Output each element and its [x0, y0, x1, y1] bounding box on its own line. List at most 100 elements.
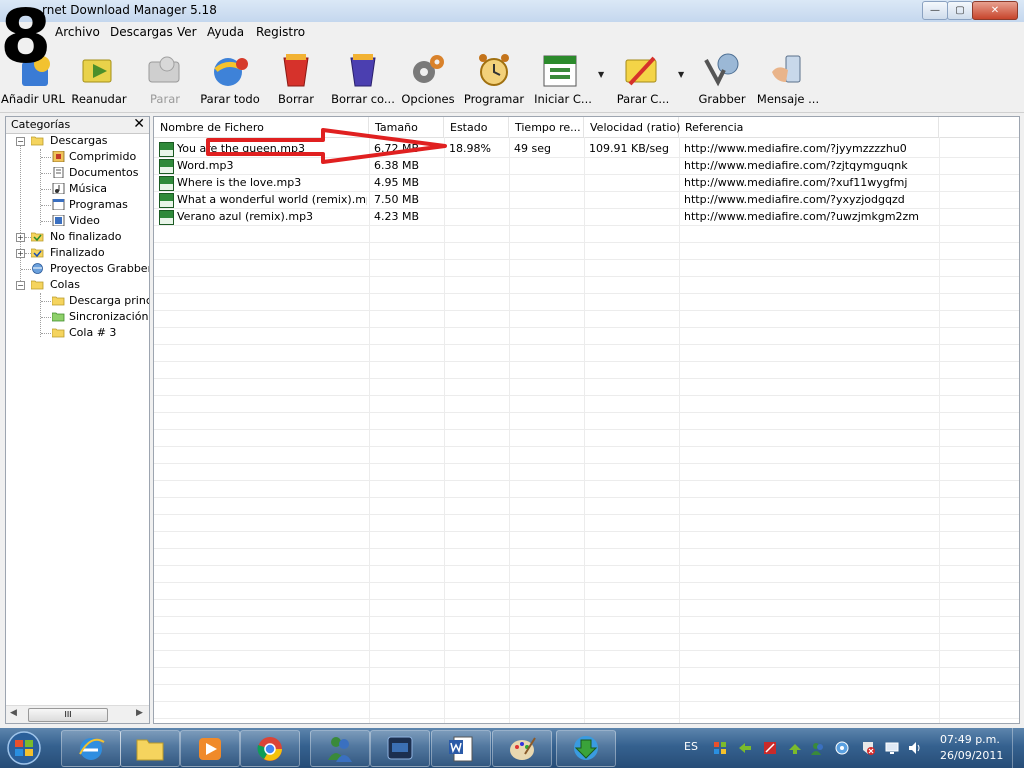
stop-queue-dropdown-arrow[interactable]: ▼ — [678, 70, 684, 79]
taskbar-internet-explorer[interactable] — [61, 730, 121, 767]
show-desktop-button[interactable] — [1012, 728, 1024, 768]
tree-item-cola-3[interactable]: Cola # 3 — [6, 325, 149, 341]
column-header-reference[interactable]: Referencia — [679, 117, 939, 137]
menu-ayuda[interactable]: Ayuda — [207, 25, 244, 39]
tree-item-programas[interactable]: Programas — [6, 197, 149, 213]
menu-registro[interactable]: Registro — [256, 25, 305, 39]
tree-item-video[interactable]: Video — [6, 213, 149, 229]
delete-completed-button[interactable]: Borrar co... — [330, 46, 396, 110]
scheduler-button[interactable]: Programar — [462, 46, 526, 110]
arrows-tray-icon[interactable] — [737, 740, 753, 756]
grabber-button[interactable]: Grabber — [694, 46, 750, 110]
maximize-button[interactable]: ▢ — [947, 1, 973, 20]
update-tray-icon[interactable] — [787, 740, 803, 756]
messenger-tray-icon[interactable] — [810, 740, 826, 756]
close-button[interactable]: ✕ — [972, 1, 1018, 20]
stop-all-icon — [214, 58, 248, 86]
collapse-icon[interactable]: − — [16, 137, 25, 146]
expand-icon[interactable]: + — [16, 233, 25, 242]
empty-row — [154, 464, 1019, 481]
idm-icon — [574, 736, 598, 760]
column-header-status[interactable]: Estado — [444, 117, 509, 137]
tree-item-documentos[interactable]: Documentos — [6, 165, 149, 181]
menu-archivo[interactable]: Archivo — [55, 25, 100, 39]
stop-button[interactable]: Parar — [135, 46, 195, 110]
expand-icon[interactable]: + — [16, 249, 25, 258]
table-row[interactable]: What a wonderful world (remix).mp3 7.50 … — [154, 192, 1019, 209]
empty-row — [154, 413, 1019, 430]
tree-item-comprimido[interactable]: Comprimido — [6, 149, 149, 165]
empty-row — [154, 685, 1019, 702]
tree-item-descarga-principal[interactable]: Descarga princip — [6, 293, 149, 309]
stop-queue-icon — [625, 56, 657, 86]
table-row[interactable]: Verano azul (remix).mp3 4.23 MB http://w… — [154, 209, 1019, 226]
taskbar: ES 07:49 p.m. 26/09/2011 — [0, 728, 1024, 768]
finished-folder-icon — [31, 248, 44, 258]
media-player-icon — [199, 738, 221, 760]
empty-row — [154, 515, 1019, 532]
taskbar-idm[interactable] — [556, 730, 616, 767]
tree-line — [41, 189, 51, 190]
delete-button[interactable]: Borrar — [272, 46, 320, 110]
options-button[interactable]: Opciones — [400, 46, 456, 110]
menu-ver[interactable]: Ver — [177, 25, 197, 39]
stop-all-button[interactable]: Parar todo — [198, 46, 262, 110]
tree-label-descarga-principal: Descarga princip — [69, 294, 149, 307]
start-button[interactable] — [4, 730, 44, 766]
column-header-time-left[interactable]: Tiempo re... — [509, 117, 584, 137]
messenger-icon — [328, 737, 352, 762]
tree-label-cola-3: Cola # 3 — [69, 326, 117, 339]
clock-date[interactable]: 26/09/2011 — [940, 749, 1003, 762]
empty-row — [154, 447, 1019, 464]
minimize-button[interactable]: — — [922, 1, 948, 20]
categories-horizontal-scrollbar[interactable]: ◀ III ▶ — [6, 705, 149, 723]
monitor-tray-icon[interactable] — [884, 740, 900, 756]
message-button[interactable]: Mensaje ... — [756, 46, 820, 110]
tree-line — [41, 173, 51, 174]
tree-item-colas[interactable]: − Colas — [6, 277, 149, 293]
sync-queue-folder-icon — [52, 312, 65, 322]
tree-line — [41, 317, 51, 318]
pdf-tray-icon[interactable] — [762, 740, 778, 756]
scroll-thumb[interactable]: III — [28, 708, 108, 722]
scroll-right-icon[interactable]: ▶ — [136, 708, 143, 718]
start-queue-dropdown-arrow[interactable]: ▼ — [598, 70, 604, 79]
taskbar-kmplayer[interactable] — [370, 730, 430, 767]
grabber-projects-icon — [32, 263, 43, 274]
taskbar-media-player[interactable] — [180, 730, 240, 767]
security-alert-tray-icon[interactable] — [860, 740, 876, 756]
tree-item-musica[interactable]: Música — [6, 181, 149, 197]
tree-item-proyectos-grabber[interactable]: Proyectos Grabber — [6, 261, 149, 277]
tree-item-descargas[interactable]: − Descargas — [6, 133, 149, 149]
language-indicator[interactable]: ES — [684, 740, 698, 753]
volume-tray-icon[interactable] — [907, 740, 923, 756]
start-queue-button[interactable]: Iniciar C... — [532, 46, 594, 110]
resume-button[interactable]: Reanudar — [68, 46, 130, 110]
start-queue-label: Iniciar C... — [534, 92, 592, 106]
collapse-icon[interactable]: − — [16, 281, 25, 290]
empty-row — [154, 345, 1019, 362]
folder-open-icon — [31, 136, 44, 146]
empty-row — [154, 549, 1019, 566]
table-row[interactable]: Where is the love.mp3 4.95 MB http://www… — [154, 175, 1019, 192]
network-tray-icon[interactable] — [834, 740, 850, 756]
taskbar-messenger[interactable] — [310, 730, 370, 767]
taskbar-explorer[interactable] — [120, 730, 180, 767]
stop-icon — [148, 56, 180, 83]
column-header-speed[interactable]: Velocidad (ratio) — [584, 117, 680, 137]
close-icon[interactable]: ✕ — [133, 116, 145, 132]
tree-item-no-finalizado[interactable]: + No finalizado — [6, 229, 149, 245]
grabber-label: Grabber — [698, 92, 746, 106]
tree-item-finalizado[interactable]: + Finalizado — [6, 245, 149, 261]
scroll-left-icon[interactable]: ◀ — [10, 708, 17, 718]
windows-flag-tray-icon[interactable] — [712, 740, 728, 756]
menu-descargas[interactable]: Descargas — [110, 25, 173, 39]
taskbar-word[interactable] — [431, 730, 491, 767]
phone-message-icon — [772, 55, 801, 83]
tree-item-sincronizacion[interactable]: Sincronización d — [6, 309, 149, 325]
overlay-step-number: 8 — [0, 0, 52, 80]
taskbar-chrome[interactable] — [240, 730, 300, 767]
clock-time[interactable]: 07:49 p.m. — [940, 733, 1000, 746]
taskbar-paint[interactable] — [492, 730, 552, 767]
stop-queue-button[interactable]: Parar C... — [612, 46, 674, 110]
